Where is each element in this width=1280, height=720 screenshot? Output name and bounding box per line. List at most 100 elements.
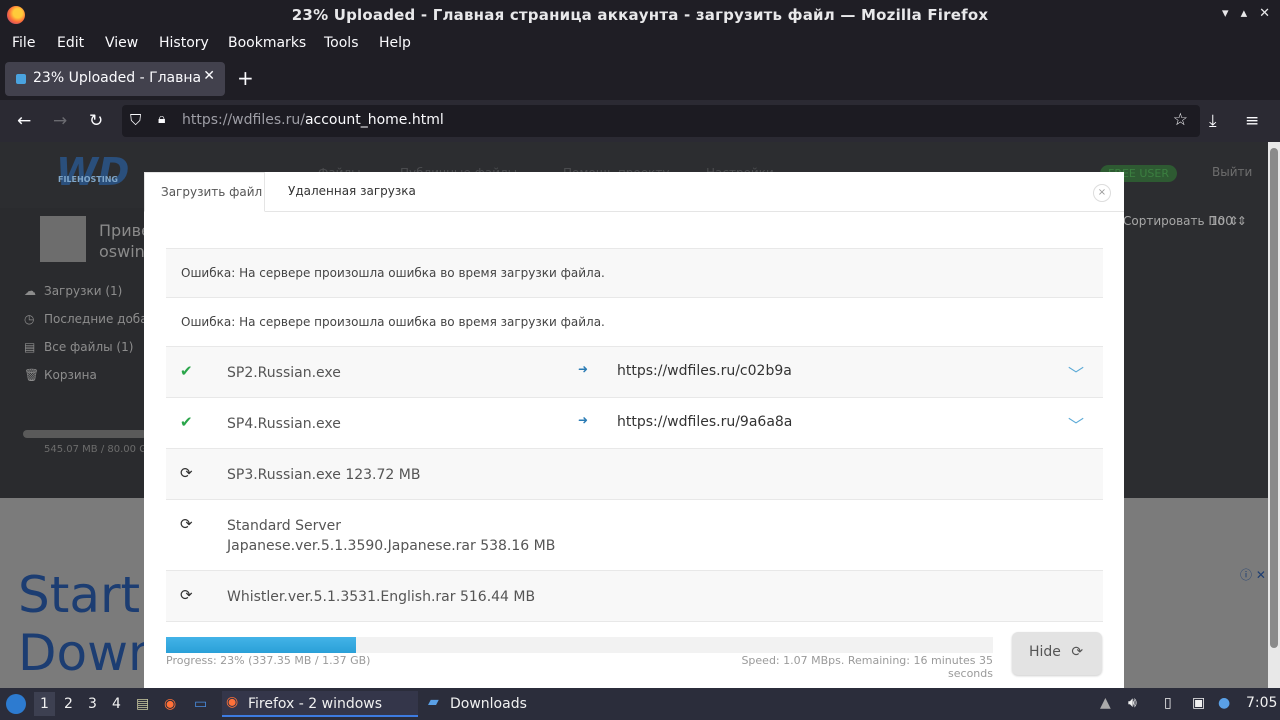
lock-icon[interactable]: 🔒︎ xyxy=(158,111,165,127)
upload-list: Ошибка: На сервере произошла ошибка во в… xyxy=(166,248,1103,621)
modal-close-button[interactable]: × xyxy=(1093,184,1111,202)
menu-help[interactable]: Help xyxy=(379,35,411,51)
site-logo[interactable]: WD xyxy=(56,150,129,194)
window-title: 23% Uploaded - Главная страница аккаунта… xyxy=(291,6,989,24)
checkmark-icon: ✔ xyxy=(180,413,193,431)
ad-info-close-icon[interactable]: ⓘ ✕ xyxy=(1240,566,1266,583)
file-link[interactable]: https://wdfiles.ru/9a6a8a xyxy=(617,414,792,430)
page-scrollbar[interactable] xyxy=(1268,142,1280,688)
bookmark-star-icon[interactable]: ☆ xyxy=(1173,110,1188,130)
site-logo-subtitle: FILEHOSTING xyxy=(58,175,118,184)
network-icon[interactable]: ▣ xyxy=(1192,695,1205,711)
list-item-pending: ⟳ Whistler.ver.5.1.3531.English.rar 516.… xyxy=(166,570,1103,621)
hide-button-label: Hide xyxy=(1029,644,1061,660)
tab-upload-file[interactable]: Загрузить файл xyxy=(144,172,265,212)
list-item-pending: ⟳ Standard Server Japanese.ver.5.1.3590.… xyxy=(166,499,1103,570)
workspace-4[interactable]: 4 xyxy=(112,696,121,712)
app-menu-icon[interactable]: ≡ xyxy=(1245,111,1259,131)
error-message: Ошибка: На сервере произошла ошибка во в… xyxy=(181,315,605,329)
menu-history[interactable]: History xyxy=(159,35,209,51)
menu-tools[interactable]: Tools xyxy=(324,35,359,51)
downloads-icon[interactable]: ⤓ xyxy=(1209,111,1217,131)
progress-text: Progress: 23% (337.35 MB / 1.37 GB) xyxy=(166,654,371,667)
close-window-button[interactable]: ✕ xyxy=(1259,6,1270,21)
file-link[interactable]: https://wdfiles.ru/c02b9a xyxy=(617,363,792,379)
logout-link[interactable]: Выйти xyxy=(1212,165,1252,179)
per-page-value: 100 xyxy=(1210,214,1233,228)
refresh-icon: ⟳ xyxy=(1071,644,1084,660)
menu-view[interactable]: View xyxy=(105,35,138,51)
file-name: Standard Server Japanese.ver.5.1.3590.Ja… xyxy=(227,518,556,554)
file-name: SP3.Russian.exe 123.72 MB xyxy=(227,467,421,483)
reload-icon[interactable]: ↻ xyxy=(89,111,103,131)
files-icon: ▤ xyxy=(24,340,36,354)
sidebar-item-trash[interactable]: 🗑 Корзина xyxy=(24,368,97,382)
chevron-down-icon[interactable]: ﹀ xyxy=(1068,412,1084,436)
notification-icon[interactable]: ● xyxy=(1218,695,1230,711)
url-text[interactable]: https://wdfiles.ru/account_home.html xyxy=(182,112,444,128)
trash-icon: 🗑 xyxy=(24,368,40,382)
minimize-button[interactable]: ▾ xyxy=(1222,6,1229,21)
taskbar: 1 2 3 4 ▤ ◉ ▭ ◉ Firefox - 2 windows ▰ Do… xyxy=(0,688,1280,720)
sidebar-item-label: Загрузки (1) xyxy=(44,284,123,298)
upload-progress-fill xyxy=(166,637,357,653)
forward-arrow-icon[interactable]: → xyxy=(53,111,67,131)
tab-close-icon[interactable]: ✕ xyxy=(203,68,215,84)
speed-text: Speed: 1.07 MBps. Remaining: 16 minutes … xyxy=(741,654,993,680)
maximize-button[interactable]: ▴ xyxy=(1241,6,1248,21)
file-manager-icon[interactable]: ▤ xyxy=(136,696,149,712)
menu-file[interactable]: File xyxy=(12,35,35,51)
start-menu-icon[interactable] xyxy=(6,694,26,714)
new-tab-button[interactable]: + xyxy=(237,66,254,90)
scrollbar-thumb[interactable] xyxy=(1270,148,1278,648)
arrow-right-icon: ➜ xyxy=(578,413,589,427)
menu-edit[interactable]: Edit xyxy=(57,35,84,51)
sidebar-item-uploads[interactable]: ☁ Загрузки (1) xyxy=(24,284,122,298)
list-item-error: Ошибка: На сервере произошла ошибка во в… xyxy=(166,248,1103,297)
file-name: SP2.Russian.exe xyxy=(227,365,341,381)
firefox-icon: ◉ xyxy=(226,694,239,710)
workspace-3[interactable]: 3 xyxy=(88,696,97,712)
list-divider xyxy=(166,621,1103,622)
clock: 7:05 xyxy=(1246,695,1278,711)
clock-icon: ◷ xyxy=(24,312,35,326)
modal-tabs: Загрузить файл Удаленная загрузка × xyxy=(144,172,1124,212)
window-titlebar: 23% Uploaded - Главная страница аккаунта… xyxy=(0,0,1280,30)
url-host: https://wdfiles.ru/ xyxy=(182,112,305,128)
address-bar[interactable]: ⛉ 🔒︎ https://wdfiles.ru/account_home.htm… xyxy=(122,105,1200,137)
hide-button[interactable]: Hide ⟳ xyxy=(1012,632,1102,675)
list-item-done: ✔ SP4.Russian.exe ➜ https://wdfiles.ru/9… xyxy=(166,397,1103,448)
sidebar-item-label: Все файлы (1) xyxy=(44,340,134,354)
file-name: Whistler.ver.5.1.3531.English.rar 516.44… xyxy=(227,589,536,605)
tab-bar: 23% Uploaded - Главная ✕ xyxy=(0,58,1280,100)
sidebar-item-all-files[interactable]: ▤ Все файлы (1) xyxy=(24,340,133,354)
file-name: SP4.Russian.exe xyxy=(227,416,341,432)
refresh-icon: ⟳ xyxy=(180,586,193,604)
storage-usage-bar xyxy=(23,430,147,438)
tray-up-icon[interactable]: ▲ xyxy=(1100,695,1111,711)
error-message: Ошибка: На сервере произошла ошибка во в… xyxy=(181,266,605,280)
chevron-down-icon[interactable]: ﹀ xyxy=(1068,361,1084,385)
volume-icon[interactable]: 🔊︎ xyxy=(1128,695,1137,711)
clipboard-icon[interactable]: ▯ xyxy=(1164,695,1172,711)
list-item-done: ✔ SP2.Russian.exe ➜ https://wdfiles.ru/c… xyxy=(166,346,1103,397)
tab-active[interactable]: 23% Uploaded - Главная ✕ xyxy=(5,62,225,96)
menu-bookmarks[interactable]: Bookmarks xyxy=(228,35,306,51)
per-page-select[interactable]: 100 ⇕ xyxy=(1210,214,1247,228)
list-item-pending: ⟳ SP3.Russian.exe 123.72 MB xyxy=(166,448,1103,499)
firefox-launcher-icon[interactable]: ◉ xyxy=(164,696,176,712)
url-path: account_home.html xyxy=(304,112,444,128)
taskbar-firefox-windows[interactable]: ◉ Firefox - 2 windows xyxy=(222,691,418,717)
window-icon[interactable]: ▭ xyxy=(194,696,207,712)
refresh-icon: ⟳ xyxy=(180,464,193,482)
navigation-bar: ← → ↻ ⛉ 🔒︎ https://wdfiles.ru/account_ho… xyxy=(0,100,1280,142)
checkmark-icon: ✔ xyxy=(180,362,193,380)
shield-icon[interactable]: ⛉ xyxy=(130,111,141,129)
upload-progress-bar xyxy=(166,637,993,653)
workspace-1[interactable]: 1 xyxy=(34,692,55,716)
workspace-2[interactable]: 2 xyxy=(64,696,73,712)
list-item-error: Ошибка: На сервере произошла ошибка во в… xyxy=(166,297,1103,346)
back-arrow-icon[interactable]: ← xyxy=(17,111,31,131)
taskbar-downloads[interactable]: ▰ Downloads xyxy=(424,691,574,717)
tab-remote-upload[interactable]: Удаленная загрузка xyxy=(288,184,416,198)
